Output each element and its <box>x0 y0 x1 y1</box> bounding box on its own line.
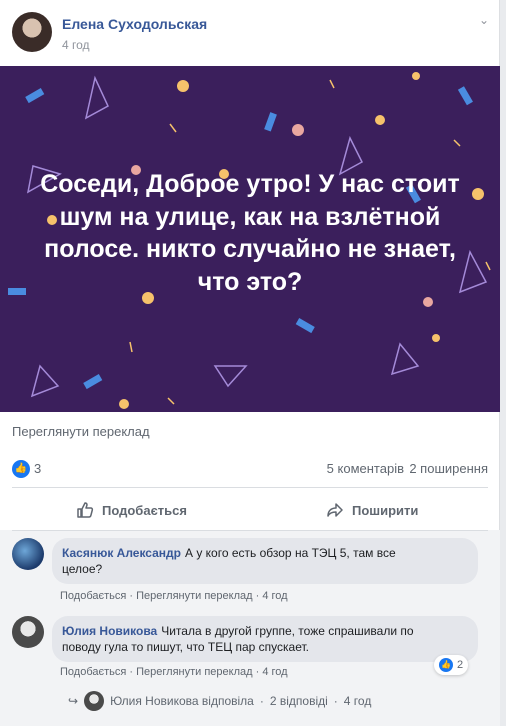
reply-count: 2 відповіді <box>269 694 328 708</box>
separator: · <box>259 694 264 708</box>
like-reaction-icon[interactable]: 👍 <box>12 460 30 478</box>
separator: · <box>129 666 134 678</box>
comment-text: А у кого есть обзор на ТЭЦ 5, там все <box>185 546 396 560</box>
commenter-name[interactable]: Касянюк Александр <box>62 546 181 560</box>
post-card: Елена Суходольская 4 год ⌄ Соседи, Добро… <box>0 0 500 726</box>
comment-text: Читала в другой группе, тоже спрашивали … <box>161 624 414 638</box>
chevron-down-icon[interactable]: ⌄ <box>476 12 492 28</box>
commenter-name[interactable]: Юлия Новикова <box>62 624 157 638</box>
divider <box>12 487 488 488</box>
banner-text: Соседи, Доброе утро! У нас стоит шум на … <box>40 170 460 296</box>
divider <box>12 530 488 531</box>
comment-text-cont: целое? <box>62 562 103 576</box>
comment-time[interactable]: 4 год <box>262 590 287 602</box>
author-name[interactable]: Елена Суходольская <box>62 16 207 32</box>
thumbs-up-icon <box>77 502 94 518</box>
reply-time: 4 год <box>343 694 372 708</box>
author-avatar[interactable] <box>12 12 52 52</box>
commenter-avatar[interactable] <box>12 616 44 648</box>
comments-count[interactable]: 5 коментарів <box>327 461 404 476</box>
shares-count[interactable]: 2 поширення <box>409 461 488 476</box>
comment-bubble: Юлия Новикова Читала в другой группе, тож… <box>52 616 478 662</box>
replies-link[interactable]: ↪ Юлия Новикова відповіла · 2 відповіді … <box>68 689 371 713</box>
post-banner: Соседи, Доброе утро! У нас стоит шум на … <box>0 66 500 412</box>
like-count[interactable]: 3 <box>34 461 41 476</box>
share-arrow-icon <box>327 503 343 517</box>
post-actions: Подобається Поширити <box>0 492 500 528</box>
reply-text: Юлия Новикова відповіла <box>110 694 254 708</box>
share-button-label: Поширити <box>352 502 419 518</box>
commenter-avatar[interactable] <box>12 538 44 570</box>
separator: · <box>255 666 260 678</box>
post-stats: 👍 3 5 коментарів 2 поширення <box>0 452 500 484</box>
like-button[interactable]: Подобається <box>76 494 187 526</box>
comment-like-link[interactable]: Подобається <box>60 666 126 678</box>
comment-reactions[interactable]: 👍 2 <box>434 655 469 675</box>
see-translation-link[interactable]: Переглянути переклад <box>12 424 150 439</box>
comment-time[interactable]: 4 год <box>262 666 287 678</box>
share-button[interactable]: Поширити <box>326 494 418 526</box>
comment-text-cont: поводу гула то пишут, что ТЕЦ пар спуска… <box>62 640 309 654</box>
reply-avatar <box>84 691 105 711</box>
like-button-label: Подобається <box>102 502 187 518</box>
separator: · <box>333 694 338 708</box>
comment-translate-link[interactable]: Переглянути переклад <box>136 590 252 602</box>
like-reaction-icon: 👍 <box>439 658 453 672</box>
comment-meta: Подобається · Переглянути переклад · 4 г… <box>60 666 288 678</box>
separator: · <box>129 590 134 602</box>
post-time[interactable]: 4 год <box>62 38 90 52</box>
comment-meta: Подобається · Переглянути переклад · 4 г… <box>60 590 288 602</box>
reaction-count: 2 <box>457 659 464 671</box>
separator: · <box>255 590 260 602</box>
reply-arrow-icon: ↪ <box>68 694 79 708</box>
comment-bubble: Касянюк Александр А у кого есть обзор на … <box>52 538 478 584</box>
comment-like-link[interactable]: Подобається <box>60 590 126 602</box>
comment-translate-link[interactable]: Переглянути переклад <box>136 666 252 678</box>
